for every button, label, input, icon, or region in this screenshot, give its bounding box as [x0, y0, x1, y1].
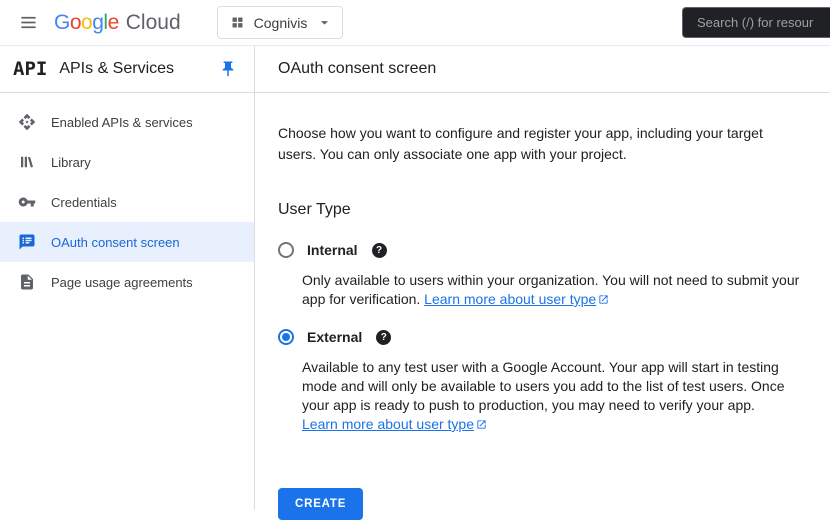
sidebar-item-oauth-consent-screen[interactable]: OAuth consent screen	[0, 222, 254, 262]
hamburger-menu-icon[interactable]	[8, 3, 48, 43]
content: Choose how you want to configure and reg…	[255, 93, 830, 520]
logo-letter: e	[108, 11, 119, 35]
external-description-text: Available to any test user with a Google…	[302, 359, 785, 413]
internal-radio-label[interactable]: Internal	[307, 242, 358, 258]
user-type-heading: User Type	[278, 201, 807, 219]
page-title: OAuth consent screen	[278, 60, 436, 78]
internal-radio[interactable]	[278, 242, 294, 258]
enabled-apis-icon	[17, 113, 36, 132]
logo-letter: o	[70, 11, 81, 35]
key-icon	[17, 193, 36, 212]
pin-icon[interactable]	[214, 55, 242, 83]
oauth-consent-icon	[17, 233, 36, 252]
sidebar-item-label: Library	[51, 155, 91, 170]
google-cloud-logo[interactable]: G o o g l e Cloud	[54, 11, 181, 35]
page-usage-agreements-icon	[17, 273, 36, 292]
chevron-down-icon	[316, 14, 333, 31]
apis-services-logo: API	[13, 58, 47, 80]
sidebar-item-enabled-apis[interactable]: Enabled APIs & services	[0, 102, 254, 142]
create-button[interactable]: CREATE	[278, 488, 363, 520]
project-selector[interactable]: Cognivis	[217, 6, 344, 39]
logo-letter: G	[54, 11, 70, 35]
learn-more-link[interactable]: Learn more about user type	[424, 291, 596, 307]
sidebar-item-page-usage-agreements[interactable]: Page usage agreements	[0, 262, 254, 302]
sidebar-item-library[interactable]: Library	[0, 142, 254, 182]
internal-description: Only available to users within your orga…	[302, 271, 807, 309]
sidebar-item-label: Enabled APIs & services	[51, 115, 193, 130]
main-header: OAuth consent screen	[255, 46, 830, 93]
external-link-icon	[476, 419, 487, 430]
google-cloud-console: G o o g l e Cloud Cognivis	[0, 0, 830, 510]
help-icon[interactable]: ?	[372, 243, 387, 258]
project-icon	[230, 15, 245, 30]
help-icon[interactable]: ?	[376, 330, 391, 345]
external-radio-label[interactable]: External	[307, 329, 362, 345]
sidebar: API APIs & Services Enabled APIs & servi…	[0, 46, 255, 510]
learn-more-link[interactable]: Learn more about user type	[302, 416, 474, 432]
external-link-icon	[598, 294, 609, 305]
topbar: G o o g l e Cloud Cognivis	[0, 0, 830, 46]
search-bar[interactable]	[682, 7, 830, 38]
search-input[interactable]	[683, 15, 830, 30]
external-radio[interactable]	[278, 329, 294, 345]
sidebar-header: API APIs & Services	[0, 46, 254, 93]
library-icon	[17, 153, 36, 172]
project-name: Cognivis	[254, 15, 308, 31]
logo-cloud-text: Cloud	[126, 11, 181, 35]
user-type-option-internal: Internal ? Only available to users withi…	[278, 242, 807, 309]
sidebar-title: APIs & Services	[59, 60, 214, 78]
logo-letter: g	[92, 11, 103, 35]
main-panel: OAuth consent screen Choose how you want…	[255, 46, 830, 510]
user-type-option-external: External ? Available to any test user wi…	[278, 329, 807, 434]
body: API APIs & Services Enabled APIs & servi…	[0, 46, 830, 510]
intro-text: Choose how you want to configure and reg…	[278, 123, 798, 165]
sidebar-nav: Enabled APIs & services Library Credenti…	[0, 93, 254, 302]
sidebar-item-label: Credentials	[51, 195, 117, 210]
logo-letter: o	[81, 11, 92, 35]
sidebar-item-label: OAuth consent screen	[51, 235, 180, 250]
external-description: Available to any test user with a Google…	[302, 358, 807, 434]
sidebar-item-label: Page usage agreements	[51, 275, 193, 290]
sidebar-item-credentials[interactable]: Credentials	[0, 182, 254, 222]
